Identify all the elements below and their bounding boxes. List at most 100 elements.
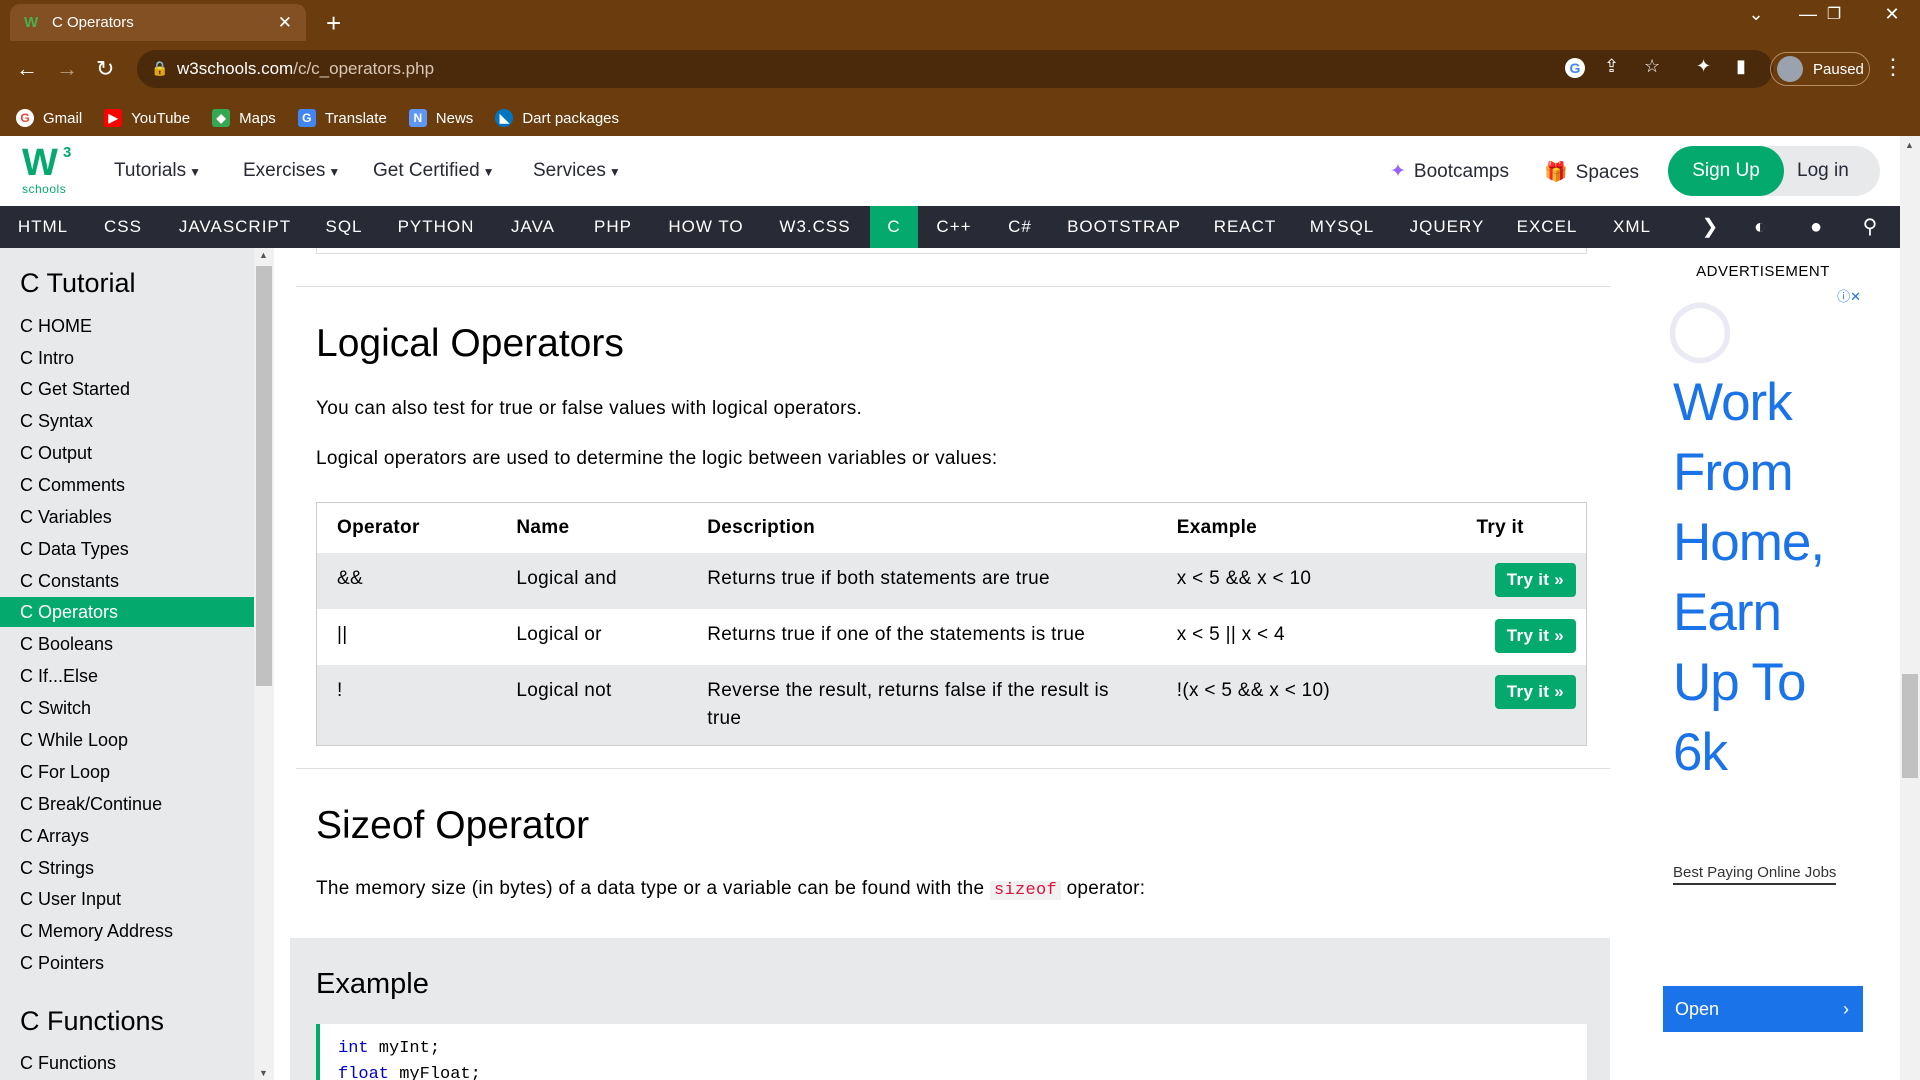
- profile-label: Paused: [1813, 60, 1864, 78]
- topnav-sql[interactable]: SQL: [312, 206, 376, 248]
- ad-banner[interactable]: ◯ Work From Home, Earn Up To 6k Best Pay…: [1663, 284, 1863, 1014]
- bookmark-translate[interactable]: G Translate: [297, 109, 387, 127]
- sidebar-item[interactable]: C Get Started: [0, 374, 254, 404]
- topnav-react[interactable]: REACT: [1206, 206, 1284, 248]
- close-window-icon[interactable]: ✕: [1872, 4, 1912, 25]
- advertisement-label: ADVERTISEMENT: [1696, 263, 1830, 280]
- sidebar-item[interactable]: C Data Types: [0, 534, 254, 564]
- column-header: Operator: [316, 502, 497, 553]
- sidebar-item[interactable]: C While Loop: [0, 725, 254, 755]
- menu-services[interactable]: Services ▼: [533, 160, 621, 182]
- close-tab-icon[interactable]: ✕: [278, 13, 292, 33]
- topnav-w3css[interactable]: W3.CSS: [768, 206, 862, 248]
- topnav-excel[interactable]: EXCEL: [1508, 206, 1586, 248]
- try-it-button[interactable]: Try it »: [1494, 674, 1576, 709]
- sidebar-item[interactable]: C If...Else: [0, 661, 254, 691]
- dark-mode-icon[interactable]: ◐: [1740, 206, 1780, 248]
- spaces-link[interactable]: 🎁 Spaces: [1544, 160, 1639, 184]
- w3schools-favicon-icon: W: [24, 13, 39, 31]
- topnav-jquery[interactable]: JQUERY: [1402, 206, 1492, 248]
- tab-search-icon[interactable]: ⌄: [1736, 4, 1776, 25]
- sidebar-item[interactable]: C Constants: [0, 566, 254, 596]
- topnav-csharp[interactable]: C#: [990, 206, 1050, 248]
- sidebar-scrollbar[interactable]: ▲ ▼: [254, 248, 274, 1080]
- scroll-up-icon[interactable]: ▲: [1905, 140, 1914, 150]
- browser-tab[interactable]: W C Operators ✕: [10, 4, 306, 41]
- sidebar-item[interactable]: C Arrays: [0, 821, 254, 851]
- topnav-how-to[interactable]: HOW TO: [656, 206, 756, 248]
- address-bar[interactable]: 🔒 w3schools.com/c/c_operators.php: [137, 50, 1773, 88]
- sidebar-item[interactable]: C Output: [0, 438, 254, 468]
- sidebar-item[interactable]: C Variables: [0, 502, 254, 532]
- sign-up-button[interactable]: Sign Up: [1668, 146, 1784, 196]
- sidebar-item[interactable]: C Break/Continue: [0, 789, 254, 819]
- forward-icon[interactable]: →: [56, 56, 78, 82]
- topnav-python[interactable]: PYTHON: [388, 206, 484, 248]
- sidebar-item[interactable]: C User Input: [0, 884, 254, 914]
- new-tab-icon[interactable]: +: [326, 8, 341, 39]
- table-row: ! Logical not Reverse the result, return…: [316, 664, 1587, 745]
- example-title: Example: [316, 968, 429, 1000]
- sidebar-item[interactable]: C Pointers: [0, 948, 254, 978]
- menu-tutorials[interactable]: Tutorials ▼: [114, 160, 201, 182]
- topnav-c[interactable]: C: [870, 206, 918, 248]
- share-icon[interactable]: ⇪: [1604, 56, 1619, 77]
- topnav-next-icon[interactable]: ❯: [1692, 206, 1728, 248]
- extensions-icon[interactable]: ✦: [1696, 56, 1711, 77]
- bookmark-maps[interactable]: ◆ Maps: [212, 109, 276, 127]
- bookmark-dart-packages[interactable]: ◣ Dart packages: [495, 109, 619, 127]
- sidebar-item[interactable]: C HOME: [0, 311, 254, 341]
- back-icon[interactable]: ←: [16, 56, 38, 82]
- caret-down-icon: ▼: [482, 165, 495, 179]
- sidebar-item[interactable]: C Functions: [0, 1048, 254, 1078]
- topnav-php[interactable]: PHP: [580, 206, 646, 248]
- try-it-button[interactable]: Try it »: [1494, 618, 1576, 653]
- sidebar-scroll-thumb[interactable]: [256, 266, 272, 686]
- google-icon[interactable]: G: [1565, 58, 1585, 78]
- sidebar-item[interactable]: C For Loop: [0, 757, 254, 787]
- topnav-css[interactable]: CSS: [88, 206, 158, 248]
- menu-get-certified[interactable]: Get Certified ▼: [373, 160, 495, 182]
- profile-button[interactable]: Paused: [1770, 52, 1870, 86]
- bookmark-star-icon[interactable]: ☆: [1644, 56, 1660, 77]
- sidebar-item[interactable]: C Switch: [0, 693, 254, 723]
- sidebar-item[interactable]: C Syntax: [0, 406, 254, 436]
- side-panel-icon[interactable]: ▮: [1736, 56, 1746, 77]
- page-scroll-thumb[interactable]: [1902, 674, 1918, 778]
- bootcamps-link[interactable]: ✦ Bootcamps: [1390, 160, 1509, 183]
- page-scrollbar[interactable]: ▲: [1900, 136, 1920, 1080]
- right-ad-column: ADVERTISEMENT ◯ Work From Home, Earn Up …: [1626, 248, 1900, 1080]
- sidebar-item[interactable]: C Comments: [0, 470, 254, 500]
- bookmark-youtube[interactable]: ▶ YouTube: [104, 109, 190, 127]
- sidebar-item[interactable]: C Intro: [0, 343, 254, 373]
- search-icon[interactable]: ⚲: [1850, 206, 1890, 248]
- topnav-xml[interactable]: XML: [1600, 206, 1664, 248]
- globe-icon[interactable]: ●: [1796, 206, 1836, 248]
- try-it-button[interactable]: Try it »: [1494, 562, 1576, 597]
- reload-icon[interactable]: ↻: [96, 56, 114, 82]
- ad-open-button[interactable]: Open ›: [1663, 986, 1863, 1032]
- scroll-down-icon[interactable]: ▼: [259, 1068, 268, 1078]
- ad-choices-icon[interactable]: ⓘ✕: [1837, 286, 1861, 305]
- sidebar-item[interactable]: C Booleans: [0, 629, 254, 659]
- topnav-mysql[interactable]: MYSQL: [1300, 206, 1384, 248]
- ad-subtext: Best Paying Online Jobs: [1673, 864, 1837, 885]
- topnav-bootstrap[interactable]: BOOTSTRAP: [1062, 206, 1186, 248]
- sidebar-item[interactable]: C Memory Address: [0, 916, 254, 946]
- menu-exercises[interactable]: Exercises ▼: [243, 160, 340, 182]
- topnav-javascript[interactable]: JAVASCRIPT: [160, 206, 310, 248]
- sidebar-item-c-operators[interactable]: C Operators: [0, 597, 254, 627]
- more-menu-icon[interactable]: ⋮: [1882, 54, 1904, 80]
- bookmark-news[interactable]: N News: [408, 109, 473, 127]
- restore-icon[interactable]: ❐: [1814, 4, 1854, 24]
- bookmark-gmail[interactable]: G Gmail: [16, 109, 82, 127]
- topnav-cpp[interactable]: C++: [926, 206, 982, 248]
- topnav-java[interactable]: JAVA: [496, 206, 570, 248]
- ad-headline: Work From Home, Earn Up To 6k: [1673, 373, 1825, 782]
- log-in-button[interactable]: Log in: [1797, 146, 1849, 196]
- scroll-up-icon[interactable]: ▲: [259, 250, 268, 260]
- topnav-html[interactable]: HTML: [0, 206, 86, 248]
- sidebar-item[interactable]: C Strings: [0, 853, 254, 883]
- w3schools-logo[interactable]: W 3 schools: [22, 144, 78, 198]
- try-it-cell: Try it »: [1456, 664, 1587, 745]
